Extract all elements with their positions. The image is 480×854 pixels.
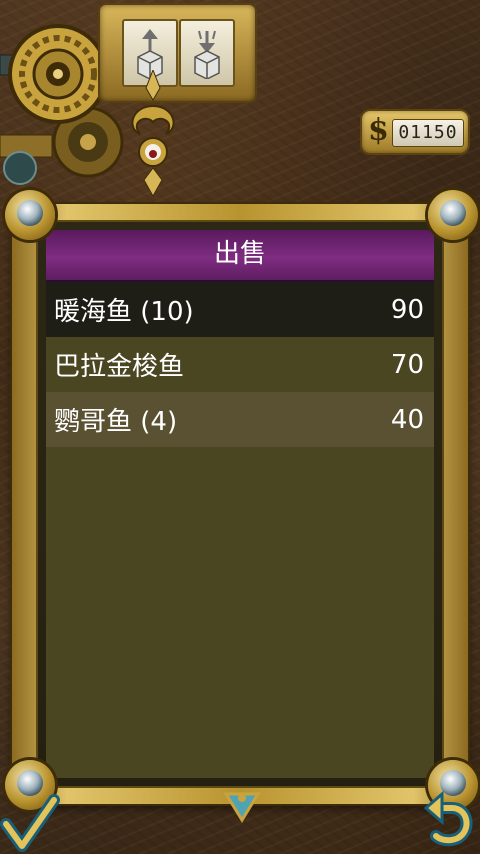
frame-corner-knob: [428, 190, 478, 240]
confirm-button[interactable]: [0, 786, 60, 854]
return-arrow-icon: [423, 790, 473, 847]
list-item[interactable]: 鹦哥鱼 (4) 40: [46, 392, 434, 447]
list-item[interactable]: 暖海鱼 (10) 90: [46, 282, 434, 337]
checkmark-icon: [0, 794, 60, 852]
scroll-down-button[interactable]: [222, 788, 262, 824]
item-price: 90: [390, 294, 424, 325]
dollar-sign-icon: $: [368, 113, 389, 148]
item-name: 暖海鱼 (10): [54, 297, 194, 327]
sell-mode-button[interactable]: [179, 19, 235, 87]
item-price: 70: [390, 349, 424, 380]
money-value: 01150: [392, 119, 464, 147]
item-price: 40: [390, 404, 424, 435]
sell-panel: 出售 暖海鱼 (10) 90 巴拉金梭鱼 70 鹦哥鱼 (4) 40: [12, 204, 468, 804]
money-counter: $ 01150: [362, 111, 468, 153]
chevron-down-icon: [223, 792, 261, 823]
sell-panel-inner: 出售 暖海鱼 (10) 90 巴拉金梭鱼 70 鹦哥鱼 (4) 40: [36, 220, 444, 788]
item-name: 鹦哥鱼 (4): [54, 407, 178, 437]
panel-title: 出售: [46, 230, 434, 282]
sell-list-container: 出售 暖海鱼 (10) 90 巴拉金梭鱼 70 鹦哥鱼 (4) 40: [46, 230, 434, 778]
list-item[interactable]: 巴拉金梭鱼 70: [46, 337, 434, 392]
item-name: 巴拉金梭鱼: [54, 352, 185, 382]
crate-arrow-down-icon: [194, 30, 220, 79]
brass-ornament-decoration: [131, 70, 175, 198]
back-button[interactable]: [422, 786, 480, 854]
frame-corner-knob: [5, 190, 55, 240]
